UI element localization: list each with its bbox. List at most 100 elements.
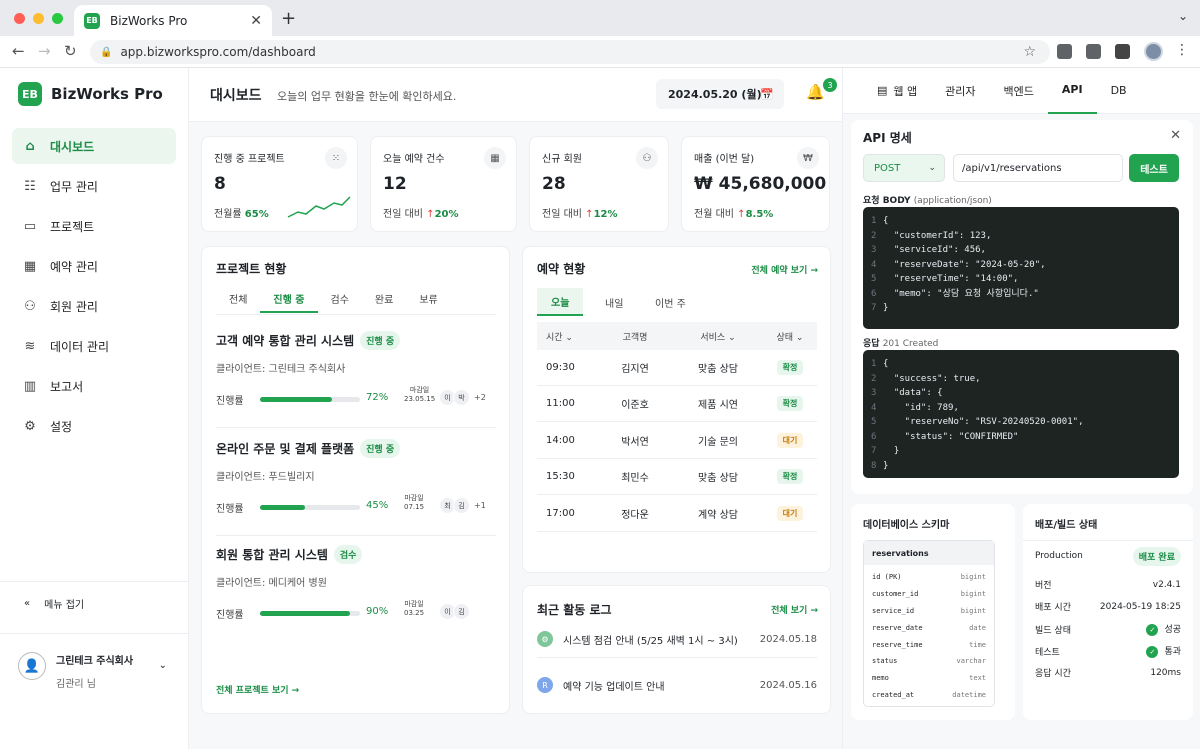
column-header[interactable]: 시간 ⌄ — [537, 330, 597, 343]
profile-avatar[interactable] — [1144, 42, 1163, 61]
brand-logo[interactable]: EB BizWorks Pro — [18, 82, 163, 106]
project-item[interactable]: 회원 통합 관리 시스템 검수 클라이언트: 메디케어 병원 진행률 90% 마감일 03.… — [216, 545, 496, 623]
back-icon[interactable]: ← — [12, 42, 25, 60]
view-all-reservations-link[interactable]: 전체 예약 보기 → — [751, 263, 818, 276]
code-line: 3 "serviceId": 456, — [871, 243, 1179, 258]
schema-field: id (PK) bigint — [864, 569, 994, 586]
code-line: 4 "id": 789, — [871, 401, 1179, 416]
reservation-tab[interactable]: 오늘 — [537, 288, 584, 316]
minimize-window-button[interactable] — [33, 13, 44, 24]
user-menu[interactable]: 👤 그린테크 주식회사 김관리 님 ⌄ — [0, 633, 189, 703]
field-type: varchar — [956, 657, 986, 666]
table-row[interactable]: 11:00 이준호 제품 시연 확정 — [537, 386, 817, 423]
divider — [216, 535, 496, 536]
sidebar-item[interactable]: ▭ 프로젝트 — [12, 208, 176, 244]
sidebar-item[interactable]: ▦ 예약 관리 — [12, 248, 176, 284]
browser-menu-icon[interactable]: ⋮ — [1175, 42, 1189, 58]
project-name: 회원 통합 관리 시스템 — [216, 548, 328, 562]
sidebar-item[interactable]: ▥ 보고서 — [12, 368, 176, 404]
sidebar-item[interactable]: ⚇ 회원 관리 — [12, 288, 176, 324]
project-tab[interactable]: 완료 — [362, 291, 406, 313]
due-label: 마감일 — [404, 600, 424, 608]
forward-icon[interactable]: → — [38, 42, 51, 60]
project-item[interactable]: 고객 예약 통합 관리 시스템 진행 중 클라이언트: 그린테크 주식회사 진행률 72… — [216, 331, 496, 409]
service-cell: 제품 시연 — [698, 400, 738, 412]
project-tab[interactable]: 보류 — [406, 291, 450, 313]
close-window-button[interactable] — [14, 13, 25, 24]
project-tab[interactable]: 검수 — [318, 291, 362, 313]
url-bar[interactable]: 🔒 app.bizworkspro.com/dashboard ☆ — [90, 40, 1050, 64]
company-name: 그린테크 주식회사 — [56, 656, 134, 667]
time-cell: 09:30 — [546, 362, 575, 373]
project-tab[interactable]: 진행 중 — [260, 291, 318, 313]
member-avatar: 김 — [453, 603, 470, 620]
new-tab-button[interactable]: + — [281, 8, 296, 29]
sidebar-item[interactable]: ⚙ 설정 — [12, 408, 176, 444]
tab-list-chevron-icon[interactable]: ⌄ — [1178, 9, 1188, 23]
project-item[interactable]: 온라인 주문 및 결제 플랫폼 진행 중 클라이언트: 푸드빌리지 진행률 45% 마감일… — [216, 439, 496, 517]
browser-tab[interactable]: EB BizWorks Pro ✕ — [74, 5, 272, 36]
dev-tab[interactable]: DB — [1097, 68, 1141, 114]
close-icon[interactable]: ✕ — [1170, 128, 1181, 143]
sidebar-item-label: 예약 관리 — [50, 259, 98, 274]
dev-tab[interactable]: API — [1047, 68, 1097, 114]
build-row: 빌드 상태 ✓ 성공 — [1035, 622, 1181, 636]
dev-tab[interactable]: 관리자 — [931, 68, 989, 114]
endpoint-input[interactable]: /api/v1/reservations — [953, 154, 1123, 182]
page-subtitle: 오늘의 업무 현황을 한눈에 확인하세요. — [277, 90, 457, 103]
arrow-up-icon: ↑ — [426, 209, 435, 220]
reservation-tab[interactable]: 이번 주 — [641, 288, 700, 316]
reload-icon[interactable]: ↻ — [64, 42, 77, 60]
stat-value: ₩ 45,680,000 — [694, 174, 827, 194]
test-button[interactable]: 테스트 — [1129, 154, 1179, 182]
sidebar-item-label: 업무 관리 — [50, 179, 98, 194]
table-row[interactable]: 14:00 박서연 기술 문의 대기 — [537, 423, 817, 459]
reservation-tab[interactable]: 내일 — [591, 288, 637, 316]
extension-icon[interactable] — [1057, 44, 1072, 59]
due-label: 마감일 — [409, 386, 430, 394]
check-icon: ✓ — [1146, 624, 1159, 636]
users-icon: ⚇ — [24, 298, 36, 314]
sidebar-item[interactable]: ☷ 업무 관리 — [12, 168, 176, 204]
bookmark-star-icon[interactable]: ☆ — [1023, 44, 1036, 60]
stat-comparison: 전일 대비 ↑12% — [542, 205, 618, 220]
code-line: 7 } — [871, 444, 1179, 459]
view-all-activity-link[interactable]: 전체 보기 → — [771, 603, 818, 616]
progress-label: 진행률 — [216, 395, 244, 407]
sidebar-nav: ⌂ 대시보드 ☷ 업무 관리 ▭ 프로젝트 ▦ 예약 관리 ⚇ 회원 관리 ≋ 데이터 관리 ▥ 보고서 ⚙… — [12, 128, 176, 448]
field-type: bigint — [960, 590, 986, 599]
db-schema-card: 데이터베이스 스키마 reservations id (PK) bigint cus… — [851, 504, 1015, 720]
dev-tab[interactable]: ▤ 웹 앱 — [863, 68, 931, 114]
progress-percent: 90% — [366, 606, 389, 617]
table-row[interactable]: 17:00 정다운 계약 상담 대기 — [537, 496, 817, 532]
puzzle-icon[interactable] — [1115, 44, 1130, 59]
schema-field: customer_id bigint — [864, 586, 994, 603]
activity-item[interactable]: R 예약 기능 업데이트 안내 2024.05.16 — [537, 677, 817, 693]
column-header[interactable]: 고객명 — [597, 330, 673, 343]
logo-mark-icon: EB — [18, 82, 42, 106]
method-select[interactable]: POST ⌄ — [863, 154, 945, 182]
due-date: 마감일 23.05.15 — [404, 386, 435, 404]
project-tab[interactable]: 전체 — [216, 291, 260, 313]
column-header[interactable]: 서비스 ⌄ — [673, 330, 763, 343]
dev-tab[interactable]: 백엔드 — [990, 68, 1048, 114]
table-row[interactable]: 09:30 김지연 맞춤 상담 확정 — [537, 350, 817, 386]
column-header[interactable]: 상태 ⌄ — [763, 330, 817, 343]
date-picker[interactable]: 2024.05.20 (월) 📅 — [656, 79, 784, 109]
schema-field: reserve_date date — [864, 619, 994, 636]
close-tab-icon[interactable]: ✕ — [250, 13, 262, 29]
customer-cell: 이준호 — [621, 400, 649, 412]
line-number: 3 — [871, 245, 877, 255]
activity-date: 2024.05.18 — [759, 633, 817, 645]
sidebar-item[interactable]: ⌂ 대시보드 — [12, 128, 176, 164]
view-all-projects-link[interactable]: 전체 프로젝트 보기 → — [216, 683, 299, 696]
maximize-window-button[interactable] — [52, 13, 63, 24]
db-schema-title: 데이터베이스 스키마 — [863, 520, 950, 531]
due-value: 07.15 — [404, 503, 425, 511]
table-row[interactable]: 15:30 최민수 맞춤 상담 확정 — [537, 459, 817, 496]
extension-icon[interactable] — [1086, 44, 1101, 59]
sidebar-item[interactable]: ≋ 데이터 관리 — [12, 328, 176, 364]
activity-item[interactable]: ⚙ 시스템 점검 안내 (5/25 새벽 1시 ~ 3시) 2024.05.18 — [537, 631, 817, 647]
projects-card: 프로젝트 현황 전체 진행 중 검수 완료 보류 고객 예약 통합 관리 시스템 진행 중… — [201, 246, 510, 714]
collapse-menu-button[interactable]: « 메뉴 접기 — [0, 581, 189, 625]
